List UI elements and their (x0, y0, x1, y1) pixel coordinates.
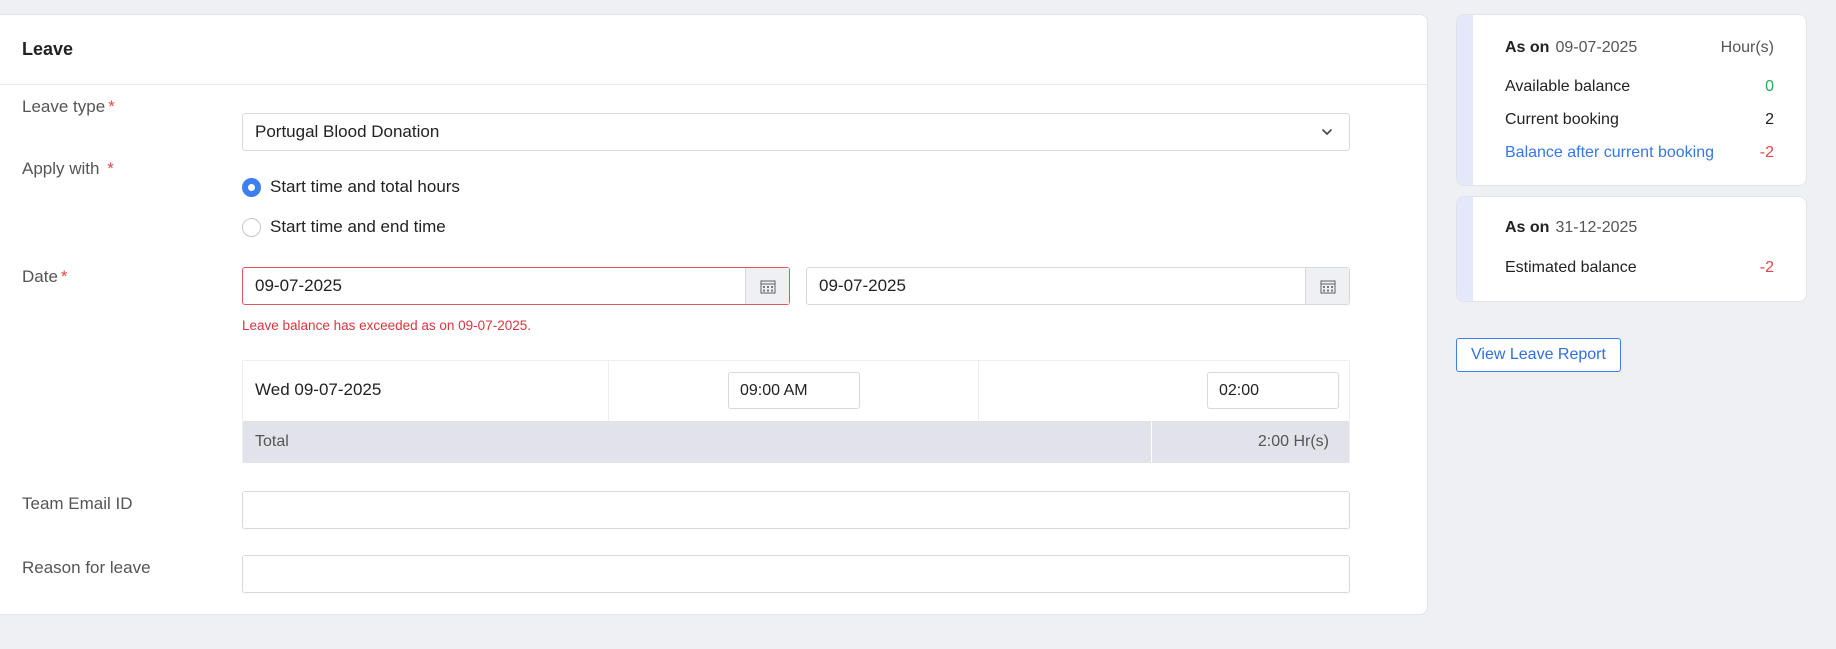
reason-input[interactable] (242, 555, 1350, 593)
day-cell: Wed 09-07-2025 (243, 361, 609, 421)
table-row: Wed 09-07-2025 09:00 AM 02:00 (243, 361, 1349, 421)
radio-start-time-total-hours[interactable]: Start time and total hours (242, 177, 460, 197)
current-booking-value: 2 (1765, 111, 1774, 128)
team-email-label: Team Email ID (22, 494, 133, 513)
estimated-balance-card: As on 31-12-2025 Estimated balance -2 (1456, 196, 1807, 302)
required-mark: * (107, 159, 114, 178)
leave-type-label-text: Leave type (22, 97, 106, 116)
radio-label: Start time and total hours (270, 177, 460, 196)
available-balance-value: 0 (1765, 78, 1774, 95)
available-balance-label: Available balance (1505, 78, 1631, 95)
hours-input[interactable]: 02:00 (1207, 372, 1339, 409)
current-booking-row: Current booking 2 (1505, 111, 1774, 129)
to-date-value: 09-07-2025 (819, 276, 906, 295)
day-breakdown-table: Wed 09-07-2025 09:00 AM 02:00 Total 2:00… (242, 360, 1350, 463)
card-accent-stripe (1457, 197, 1473, 301)
radio-start-time-end-time[interactable]: Start time and end time (242, 217, 446, 237)
form-header: Leave (0, 15, 1427, 85)
calendar-icon[interactable] (1305, 268, 1349, 304)
balance-header: As on 09-07-2025 Hour(s) (1505, 39, 1774, 57)
balance-after-booking-row: Balance after current booking -2 (1505, 144, 1774, 162)
from-date-value: 09-07-2025 (255, 276, 342, 295)
day-label: Wed 09-07-2025 (255, 380, 382, 399)
estimated-header: As on 31-12-2025 (1505, 219, 1774, 237)
estimated-balance-value: -2 (1759, 259, 1774, 276)
as-on: As on 09-07-2025 (1505, 39, 1637, 57)
apply-with-label-text: Apply with (22, 159, 100, 178)
view-leave-report-button[interactable]: View Leave Report (1456, 338, 1621, 372)
radio-label: Start time and end time (270, 217, 446, 236)
radio-checked-icon[interactable] (242, 177, 261, 197)
card-accent-stripe (1457, 15, 1473, 185)
leave-type-label: Leave type * (22, 97, 115, 117)
to-date-input[interactable]: 09-07-2025 (806, 267, 1350, 305)
form-title: Leave (22, 39, 74, 59)
leave-form-card: Leave Leave type * Portugal Blood Donatio… (0, 14, 1428, 615)
as-on-label: As on (1505, 39, 1550, 56)
estimated-balance-label: Estimated balance (1505, 259, 1637, 276)
leave-type-value: Portugal Blood Donation (255, 122, 440, 141)
date-error-message: Leave balance has exceeded as on 09-07-2… (242, 318, 531, 333)
reason-label: Reason for leave (22, 558, 151, 577)
from-date-input[interactable]: 09-07-2025 (242, 267, 790, 305)
apply-with-label: Apply with * (22, 159, 114, 179)
leave-balance-card: As on 09-07-2025 Hour(s) Available balanc… (1456, 14, 1807, 186)
divider (1151, 421, 1152, 463)
required-mark: * (108, 97, 115, 116)
start-time-cell: 09:00 AM (609, 361, 979, 421)
total-label: Total (255, 433, 289, 450)
hours-cell: 02:00 (979, 361, 1349, 421)
total-row: Total 2:00 Hr(s) (243, 421, 1349, 463)
estimated-balance-row: Estimated balance -2 (1505, 259, 1774, 277)
radio-unchecked-icon[interactable] (242, 217, 261, 237)
date-label: Date * (22, 267, 68, 287)
unit-label: Hour(s) (1720, 39, 1774, 56)
as-on-label: As on (1505, 219, 1550, 236)
current-booking-label: Current booking (1505, 111, 1619, 128)
balance-after-booking-value: -2 (1759, 144, 1774, 161)
team-email-input[interactable] (242, 491, 1350, 529)
required-mark: * (60, 267, 68, 286)
as-on: As on 31-12-2025 (1505, 219, 1637, 237)
total-value: 2:00 Hr(s) (1257, 433, 1329, 450)
leave-type-select[interactable]: Portugal Blood Donation (242, 113, 1350, 151)
as-on-date: 31-12-2025 (1555, 219, 1638, 236)
start-time-input[interactable]: 09:00 AM (728, 372, 860, 409)
available-balance-row: Available balance 0 (1505, 78, 1774, 96)
chevron-down-icon (1322, 129, 1332, 135)
date-label-text: Date (22, 267, 58, 286)
calendar-icon[interactable] (745, 268, 789, 304)
balance-after-booking-label[interactable]: Balance after current booking (1505, 144, 1714, 162)
as-on-date: 09-07-2025 (1555, 39, 1638, 56)
